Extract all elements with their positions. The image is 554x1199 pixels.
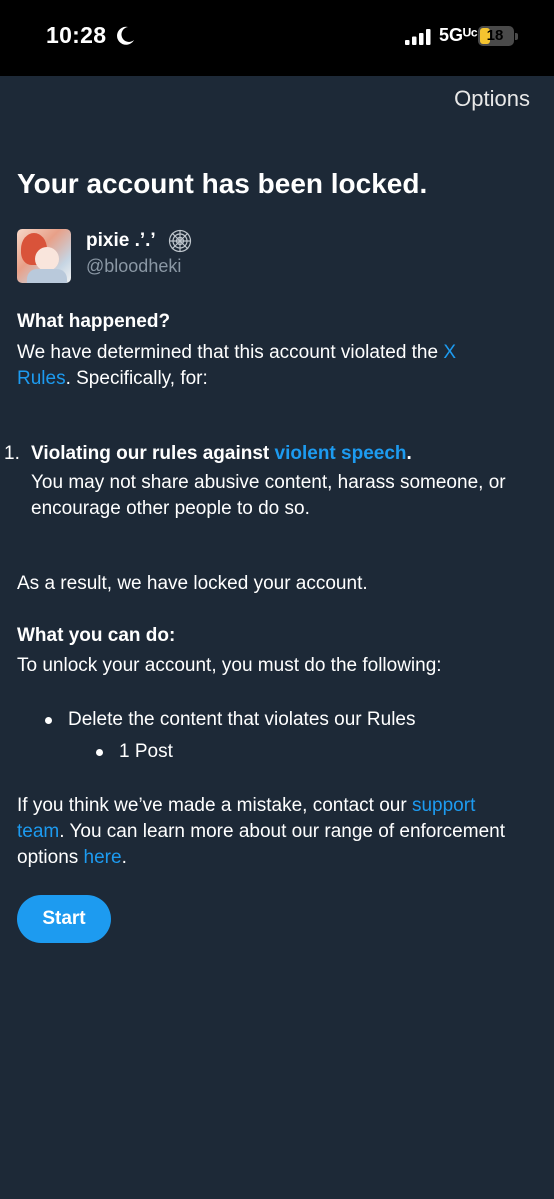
options-button[interactable]: Options [454, 86, 530, 112]
status-time: 10:28 [46, 22, 107, 48]
avatar [17, 229, 71, 283]
network-type: 5Gᵁᶜ [439, 25, 478, 45]
here-link[interactable]: here [84, 847, 122, 868]
account-display-name: pixie .’.’ [86, 230, 156, 251]
what-happened-title: What happened? [17, 311, 171, 332]
mistake-text: If you think we’ve made a mistake, conta… [17, 795, 505, 868]
result-text: As a result, we have locked your account… [17, 573, 368, 594]
bullet-point [96, 749, 103, 756]
what-you-can-do-text: To unlock your account, you must do the … [17, 655, 442, 676]
moon-icon [117, 26, 134, 45]
bullet-point [45, 717, 52, 724]
what-happened-text: We have determined that this account vio… [17, 342, 457, 389]
page-title: Your account has been locked. [17, 168, 428, 199]
battery-level: 18 [486, 27, 504, 44]
battery-icon: 18 [478, 26, 514, 46]
start-button[interactable]: Start [17, 895, 111, 943]
status-bar: 10:28 5Gᵁᶜ 18 [0, 0, 554, 76]
what-you-can-do-title: What you can do: [17, 625, 176, 646]
account-handle: @bloodheki [86, 256, 182, 276]
signal-icon [405, 29, 431, 45]
violation-description: You may not share abusive content, haras… [31, 472, 506, 519]
violation-title: Violating our rules against violent spee… [31, 443, 412, 464]
action-item-post-count: 1 Post [119, 741, 173, 762]
action-item-delete-content: Delete the content that violates our Rul… [68, 709, 416, 730]
spiderweb-icon [168, 229, 192, 253]
violent-speech-link[interactable]: violent speech [275, 443, 407, 464]
violation-number: 1. [4, 443, 20, 464]
